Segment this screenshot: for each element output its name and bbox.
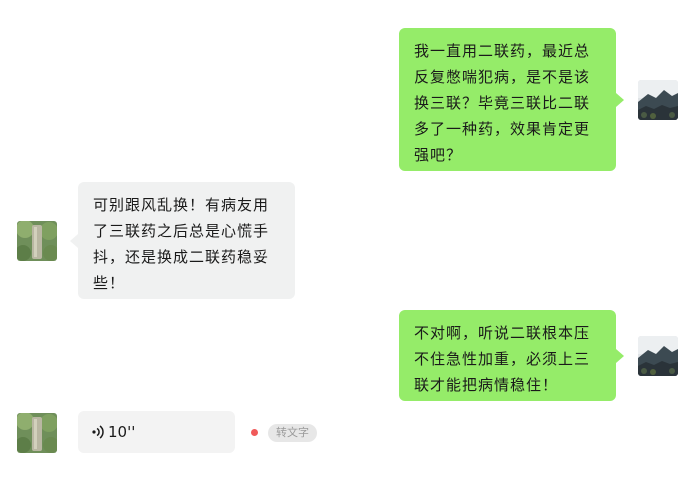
tree-nature-icon [17,413,57,453]
tree-nature-icon [17,221,57,261]
other-avatar[interactable] [17,413,57,453]
message-text: 我一直用二联药，最近总反复憋喘犯病，是不是该换三联？毕竟三联比二联多了一种药，效… [414,42,591,164]
convert-to-text-button[interactable]: 转文字 [268,424,317,442]
mountain-landscape-icon [638,336,678,376]
message-bubble-self[interactable]: 不对啊，听说二联根本压不住急性加重，必须上三联才能把病情稳住！ [399,310,616,401]
message-text: 不对啊，听说二联根本压不住急性加重，必须上三联才能把病情稳住！ [414,324,591,394]
bubble-tail [616,349,624,363]
message-bubble-other[interactable]: 可别跟风乱换！有病友用了三联药之后总是心慌手抖，还是换成二联药稳妥些！ [78,182,295,299]
bubble-tail [616,93,624,107]
voice-wave-icon [92,425,104,439]
self-avatar[interactable] [638,336,678,376]
other-avatar[interactable] [17,221,57,261]
unread-dot [251,429,258,436]
message-text: 可别跟风乱换！有病友用了三联药之后总是心慌手抖，还是换成二联药稳妥些！ [93,196,270,292]
bubble-tail [70,234,78,248]
self-avatar[interactable] [638,80,678,120]
voice-duration: 10'' [108,423,136,441]
voice-message-bubble[interactable]: 10'' [78,411,235,453]
mountain-landscape-icon [638,80,678,120]
message-bubble-self[interactable]: 我一直用二联药，最近总反复憋喘犯病，是不是该换三联？毕竟三联比二联多了一种药，效… [399,28,616,171]
